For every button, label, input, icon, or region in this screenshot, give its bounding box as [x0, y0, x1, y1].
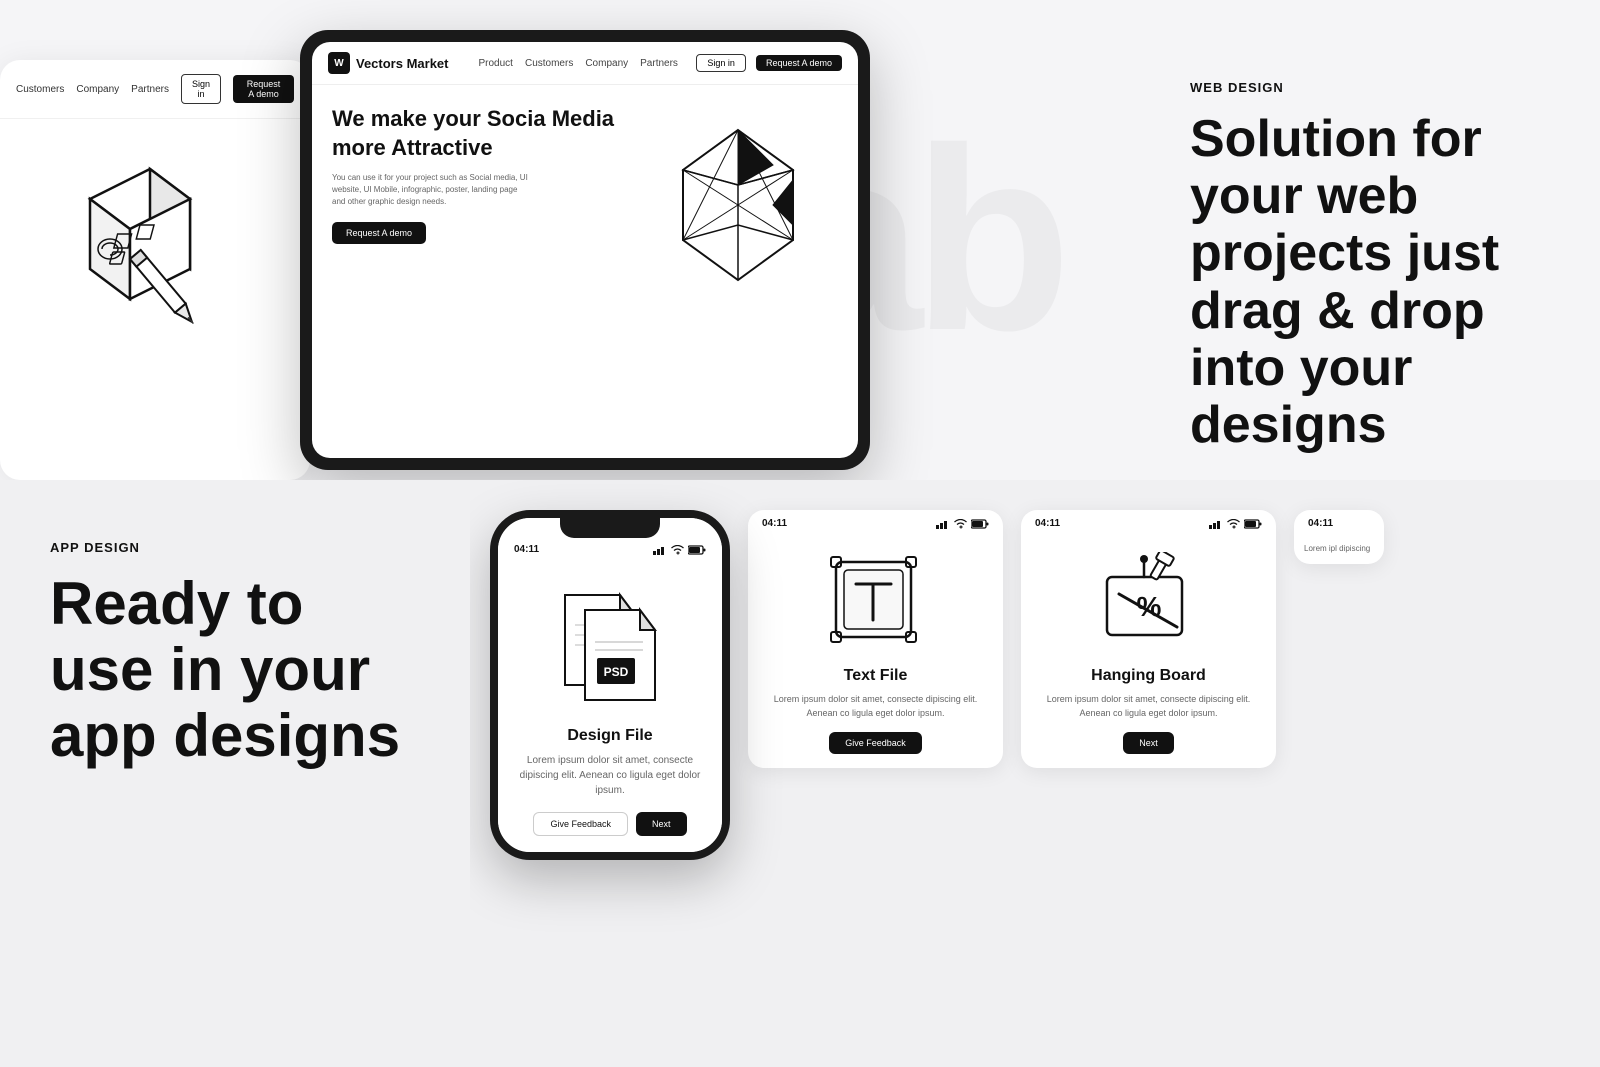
isometric-icon — [20, 139, 240, 359]
nav-link-customers: Customers — [16, 84, 64, 95]
tablet-hero-desc: You can use it for your project such as … — [332, 172, 532, 208]
left-card-nav: Customers Company Partners Sign in Reque… — [0, 60, 310, 119]
hanging-board-content: % Hanging Board Lorem ipsum dolor sit am… — [1021, 533, 1276, 768]
tablet-signin-button[interactable]: Sign in — [696, 54, 746, 72]
web-design-headline: Solution for your web projects just drag… — [1190, 111, 1570, 454]
web-design-category-label: WEB DESIGN — [1190, 80, 1570, 95]
left-card-signin-button[interactable]: Sign in — [181, 74, 221, 104]
phone-time: 04:11 — [514, 544, 539, 555]
hanging-board-status-bar: 04:11 — [1021, 510, 1276, 533]
phone-notch — [560, 518, 660, 538]
app-design-category-label: APP DESIGN — [50, 540, 420, 555]
right-text-block: WEB DESIGN Solution for your web project… — [1190, 80, 1570, 454]
hanging-board-time: 04:11 — [1035, 518, 1060, 529]
main-phone-screen: 04:11 — [498, 518, 722, 852]
tablet-demo-button[interactable]: Request A demo — [756, 55, 842, 71]
left-card: Customers Company Partners Sign in Reque… — [0, 60, 310, 480]
main-phone-mockup: 04:11 — [490, 510, 730, 860]
design-file-title: Design File — [567, 727, 652, 745]
partial-phone-time: 04:11 — [1308, 518, 1333, 529]
tablet-nav-customers: Customers — [525, 58, 573, 69]
design-file-icon: PSD — [540, 575, 680, 715]
tablet-nav-company: Company — [585, 58, 628, 69]
bottom-left-text: APP DESIGN Ready to use in your app desi… — [0, 480, 470, 1067]
tablet-hero-diamond — [638, 105, 838, 305]
tablet-hero-title: We make your Socia Media more Attractive — [332, 105, 638, 162]
next-button[interactable]: Next — [1123, 732, 1174, 754]
hanging-board-title: Hanging Board — [1091, 667, 1206, 685]
design-file-desc: Lorem ipsum dolor sit amet, consecte dip… — [514, 753, 706, 798]
nav-link-company: Company — [76, 84, 119, 95]
tablet-logo-text: Vectors Market — [356, 56, 449, 71]
tablet-logo-icon: W — [328, 52, 350, 74]
text-file-content: Text File Lorem ipsum dolor sit amet, co… — [748, 533, 1003, 768]
text-file-status-bar: 04:11 — [748, 510, 1003, 533]
text-file-title: Text File — [844, 667, 908, 685]
give-feedback-button[interactable]: Give Feedback — [829, 732, 922, 754]
design-file-buttons: Give Feedback Next — [533, 812, 686, 836]
partial-phone-desc: Lorem ipl dipiscing — [1304, 543, 1374, 554]
app-design-headline: Ready to use in your app designs — [50, 571, 420, 769]
tablet-nav: W Vectors Market Product Customers Compa… — [312, 42, 858, 85]
left-card-body — [0, 119, 310, 480]
tablet-mockup: W Vectors Market Product Customers Compa… — [300, 30, 870, 470]
hanging-board-phone-card: 04:11 % — [1021, 510, 1276, 768]
text-file-phone-card: 04:11 — [748, 510, 1003, 768]
give-feedback-button-main[interactable]: Give Feedback — [533, 812, 628, 836]
tablet-hero-cta-button[interactable]: Request A demo — [332, 222, 426, 244]
hanging-board-desc: Lorem ipsum dolor sit amet, consecte dip… — [1039, 693, 1258, 720]
text-file-status-icons — [936, 519, 989, 529]
main-phone-content: PSD Design File Lorem ipsum dolor sit am… — [498, 559, 722, 852]
tablet-frame: W Vectors Market Product Customers Compa… — [300, 30, 870, 470]
partial-phone-card: 04:11 Lorem ipl dipiscing — [1294, 510, 1384, 564]
tablet-nav-partners: Partners — [640, 58, 678, 69]
text-file-desc: Lorem ipsum dolor sit amet, consecte dip… — [766, 693, 985, 720]
bottom-section: APP DESIGN Ready to use in your app desi… — [0, 480, 1600, 1067]
phones-area: 04:11 — [470, 480, 1600, 1067]
tablet-nav-links: Product Customers Company Partners — [479, 58, 678, 69]
partial-phone-status: 04:11 — [1294, 510, 1384, 533]
tablet-logo: W Vectors Market — [328, 52, 449, 74]
top-section: Customers Company Partners Sign in Reque… — [0, 0, 1600, 480]
text-file-icon — [821, 547, 931, 657]
tablet-nav-product: Product — [479, 58, 513, 69]
tablet-screen: W Vectors Market Product Customers Compa… — [312, 42, 858, 458]
svg-text:PSD: PSD — [604, 665, 629, 679]
text-file-time: 04:11 — [762, 518, 787, 529]
partial-phone-content: Lorem ipl dipiscing — [1294, 533, 1384, 564]
tablet-hero-left: We make your Socia Media more Attractive… — [332, 105, 638, 244]
left-card-demo-button[interactable]: Request A demo — [233, 75, 294, 103]
tablet-hero: We make your Socia Media more Attractive… — [312, 85, 858, 315]
hanging-board-icon: % — [1094, 547, 1204, 657]
next-button-main[interactable]: Next — [636, 812, 687, 836]
nav-link-partners: Partners — [131, 84, 169, 95]
hanging-board-status-icons — [1209, 519, 1262, 529]
phone-status-bar: 04:11 — [498, 536, 722, 559]
phone-status-icons — [653, 544, 706, 555]
